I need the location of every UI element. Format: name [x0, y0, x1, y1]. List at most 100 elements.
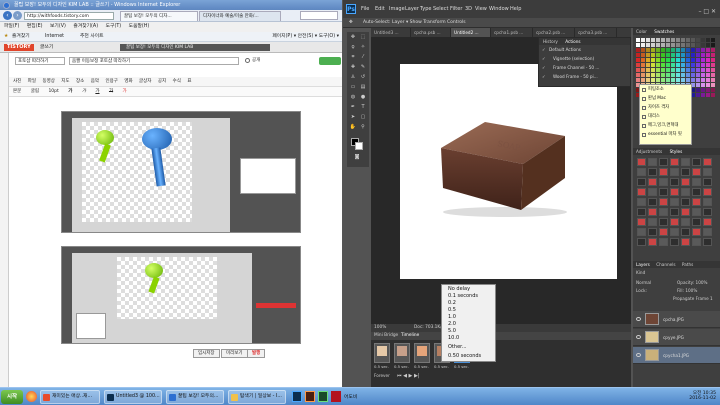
doc-tab-cpcha[interactable]: cpcha.psb ... — [411, 28, 451, 37]
color-swatch[interactable] — [656, 43, 660, 47]
style-preset[interactable] — [659, 218, 668, 226]
tool-formula[interactable]: 수식 — [173, 79, 181, 84]
ps-menu-view[interactable]: View — [475, 0, 487, 18]
style-preset[interactable] — [637, 178, 646, 186]
color-swatch[interactable] — [696, 73, 700, 77]
style-preset[interactable] — [670, 178, 679, 186]
heal-icon[interactable]: ✚ — [349, 64, 357, 71]
type-icon[interactable]: T — [359, 104, 367, 111]
color-swatch[interactable] — [636, 73, 640, 77]
color-swatch[interactable] — [646, 63, 650, 67]
font-select[interactable]: 굴림 — [31, 89, 39, 94]
color-swatch[interactable] — [696, 58, 700, 62]
color-swatch[interactable] — [666, 38, 670, 42]
brush-icon[interactable]: ✎ — [359, 64, 367, 71]
ps-menu-3d[interactable]: 3D — [465, 0, 472, 18]
style-preset[interactable] — [692, 178, 701, 186]
color-swatch[interactable] — [661, 68, 665, 72]
frame-1[interactable] — [374, 343, 390, 363]
color-swatch[interactable] — [706, 88, 710, 92]
color-swatch[interactable] — [686, 58, 690, 62]
color-swatch[interactable] — [681, 38, 685, 42]
doc-tab-untitled3[interactable]: Untitled3 ... — [371, 28, 411, 37]
move-icon[interactable]: ✥ — [349, 34, 357, 41]
adjustments-tab[interactable]: Adjustments — [636, 149, 662, 154]
color-swatch[interactable] — [701, 78, 705, 82]
style-preset[interactable] — [703, 218, 712, 226]
color-swatch[interactable] — [656, 73, 660, 77]
style-preset[interactable] — [670, 218, 679, 226]
pen-icon[interactable]: ✒ — [349, 104, 357, 111]
color-swatch[interactable] — [666, 48, 670, 52]
note-checkbox[interactable] — [642, 97, 646, 101]
color-swatch[interactable] — [686, 43, 690, 47]
style-preset[interactable] — [637, 238, 646, 246]
layers-tab[interactable]: Layers — [636, 262, 650, 267]
style-preset[interactable] — [659, 208, 668, 216]
path-select-icon[interactable]: ➤ — [349, 114, 357, 121]
blur-icon[interactable]: ◍ — [349, 94, 357, 101]
style-preset[interactable] — [648, 238, 657, 246]
tool-quote[interactable]: 인용구 — [105, 79, 117, 84]
color-swatch[interactable] — [681, 63, 685, 67]
style-preset[interactable] — [681, 198, 690, 206]
style-preset[interactable] — [692, 238, 701, 246]
color-swatch[interactable] — [676, 48, 680, 52]
dw-launch-icon[interactable] — [318, 391, 328, 402]
style-preset[interactable] — [637, 168, 646, 176]
tool-textbox[interactable]: 글상자 — [139, 79, 151, 84]
fav-suggested[interactable]: 추천 사이트 — [80, 32, 104, 42]
propagate-frame-checkbox[interactable]: Propagate Frame 1 — [673, 296, 713, 301]
publish-button[interactable]: 발행 — [247, 349, 266, 358]
color-swatch[interactable] — [696, 43, 700, 47]
style-preset[interactable] — [681, 178, 690, 186]
style-preset[interactable] — [703, 238, 712, 246]
color-swatch[interactable] — [676, 63, 680, 67]
action-check-icon[interactable]: ✓ — [542, 74, 546, 79]
doc-tab-cpcha2[interactable]: cpcha2.psb ... — [533, 28, 575, 37]
color-swatch[interactable] — [671, 73, 675, 77]
color-swatch[interactable] — [711, 78, 715, 82]
delay-option[interactable]: 0.2 — [448, 300, 456, 307]
forward-icon[interactable]: › — [13, 11, 22, 20]
color-swatch[interactable] — [636, 58, 640, 62]
sticky-note[interactable]: 피팅조소 판넘 Mac 자이즈 격자 대리스 메그,잉크,면혁대 essenti… — [639, 84, 692, 145]
color-swatch[interactable] — [676, 73, 680, 77]
color-swatch[interactable] — [686, 38, 690, 42]
ai-launch-icon[interactable] — [305, 391, 315, 402]
layer-name[interactable]: cpcha.JPG — [663, 311, 684, 328]
color-swatch[interactable] — [656, 53, 660, 57]
eye-icon[interactable] — [636, 335, 641, 339]
color-swatch[interactable] — [701, 83, 705, 87]
note-checkbox[interactable] — [642, 106, 646, 110]
dodge-icon[interactable]: ● — [359, 94, 367, 101]
color-swatch[interactable] — [671, 78, 675, 82]
color-swatch[interactable] — [661, 73, 665, 77]
size-select[interactable]: 10pt — [48, 89, 58, 94]
gradient-icon[interactable]: ▤ — [359, 84, 367, 91]
tool-table[interactable]: 표 — [187, 79, 191, 84]
color-swatch[interactable] — [666, 63, 670, 67]
blog-header[interactable]: 꿀팁 보장! 모두의 디자인 KIM LAB — [120, 44, 270, 51]
ps-menu-window[interactable]: Window — [489, 0, 509, 18]
ps-menu-help[interactable]: Help — [510, 0, 521, 18]
lasso-icon[interactable]: ϙ — [349, 44, 357, 51]
color-swatch[interactable] — [636, 68, 640, 72]
color-swatch[interactable] — [696, 63, 700, 67]
color-swatch[interactable] — [641, 73, 645, 77]
style-preset[interactable] — [648, 178, 657, 186]
color-swatch[interactable] — [681, 73, 685, 77]
style-preset[interactable] — [681, 228, 690, 236]
color-swatch[interactable] — [701, 68, 705, 72]
color-swatch[interactable] — [656, 78, 660, 82]
color-swatch[interactable] — [666, 68, 670, 72]
style-preset[interactable] — [637, 188, 646, 196]
color-swatch[interactable] — [661, 43, 665, 47]
adobe-icon[interactable] — [331, 391, 341, 402]
style-preset[interactable] — [659, 178, 668, 186]
color-swatch[interactable] — [681, 68, 685, 72]
color-swatch[interactable] — [651, 38, 655, 42]
tistory-logo[interactable]: TISTORY — [4, 44, 34, 51]
frame-3[interactable] — [414, 343, 430, 363]
color-swatch[interactable] — [686, 78, 690, 82]
